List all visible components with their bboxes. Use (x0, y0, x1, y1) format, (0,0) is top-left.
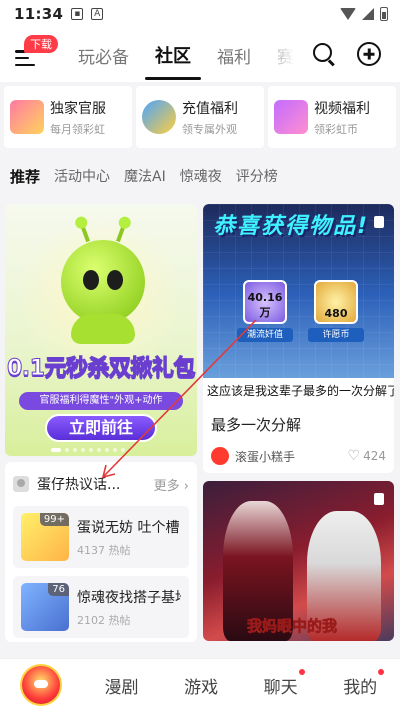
heart-icon: ♡ (347, 448, 361, 464)
topic-badge: 99+ (39, 513, 69, 526)
gift-box-icon (10, 100, 44, 134)
like-count: 424 (363, 449, 386, 463)
benefit-title: 独家官服 (50, 100, 106, 117)
video-gift-icon (274, 100, 308, 134)
post-card[interactable]: 我妈眼中的我 (203, 481, 394, 641)
post-title: 最多一次分解 (211, 416, 302, 434)
benefit-card-official[interactable]: 独家官服 每月领彩虹 (4, 86, 132, 148)
promo-subline: 官服福利得魔性"外观+动作 (19, 392, 183, 410)
notification-dot (298, 668, 305, 675)
image-notification-icon: ▪ (71, 8, 84, 20)
topic-count: 4137 热帖 (77, 543, 131, 557)
topic-thumbnail: 99+ (21, 513, 69, 561)
tab-essentials[interactable]: 玩必备 (78, 29, 129, 82)
author-name[interactable]: 滚蛋小糕手 (235, 448, 295, 465)
item-tile: 480 (314, 280, 358, 324)
tab-welfare[interactable]: 福利 (217, 29, 251, 82)
download-badge[interactable]: 下载 (24, 35, 58, 53)
item-value: 40.16万 (247, 291, 283, 319)
benefit-title: 充值福利 (182, 100, 238, 117)
menu-button[interactable]: 下载 (0, 28, 58, 82)
hot-topics-header[interactable]: 蛋仔热议话... 更多 › (13, 470, 189, 498)
battery-icon (380, 7, 388, 21)
cat-tab-rating[interactable]: 评分榜 (236, 166, 278, 186)
cat-tab-horror-night[interactable]: 惊魂夜 (180, 166, 222, 186)
feed-right-column: 恭喜获得物品! 40.16万 480 潮流奸值 许愿币 这应该是我这辈子最多的一… (203, 204, 394, 641)
topic-badge: 76 (48, 583, 69, 596)
item-value: 480 (324, 307, 348, 320)
mascot-body (71, 314, 135, 344)
bottom-nav: 漫剧 游戏 聊天 我的 (0, 658, 400, 711)
signal-icon (362, 8, 374, 20)
topic-name: 蛋说无妨 吐个槽... (77, 519, 181, 536)
bottom-nav-games[interactable]: 游戏 (161, 673, 241, 698)
benefit-card-recharge[interactable]: 充值福利 领专属外观 (136, 86, 264, 148)
status-time: 11:34 (14, 5, 64, 23)
topic-thumbnail: 76 (21, 583, 69, 631)
author-avatar[interactable] (211, 447, 229, 465)
top-nav: 下载 玩必备 社区 福利 赛 (0, 28, 400, 82)
like-button[interactable]: ♡ 424 (348, 448, 386, 464)
cat-tab-activity[interactable]: 活动中心 (54, 166, 110, 186)
more-link[interactable]: 更多 › (154, 475, 189, 494)
tabs-fade (262, 28, 308, 82)
list-item[interactable]: 99+ 蛋说无妨 吐个槽... 4137 热帖 (13, 506, 189, 568)
item-caption: 潮流奸值 (237, 328, 293, 342)
topic-name: 惊魂夜找搭子基地 (77, 589, 181, 606)
hot-topics-card: 蛋仔热议话... 更多 › 99+ 蛋说无妨 吐个槽... 4137 热帖 76… (5, 462, 197, 642)
bottom-nav-chat[interactable]: 聊天 (241, 668, 321, 698)
gallery-icon (374, 216, 384, 228)
category-tabs: 推荐 活动中心 魔法AI 惊魂夜 评分榜 (0, 158, 400, 194)
post-card[interactable]: 恭喜获得物品! 40.16万 480 潮流奸值 许愿币 这应该是我这辈子最多的一… (203, 204, 394, 473)
benefit-cards: 独家官服 每月领彩虹 充值福利 领专属外观 视频福利 领彩虹币 (0, 82, 400, 152)
status-bar: 11:34 ▪ A (0, 0, 400, 28)
post-banner-text: 恭喜获得物品! (213, 214, 370, 239)
post-image: 恭喜获得物品! 40.16万 480 潮流奸值 许愿币 这应该是我这辈子最多的一… (203, 204, 394, 404)
gallery-icon (374, 493, 384, 505)
carousel-dots (51, 448, 125, 452)
mascot-image (61, 223, 145, 324)
item-tile: 40.16万 (243, 280, 287, 324)
cat-tab-recommend[interactable]: 推荐 (10, 166, 40, 187)
feed-left-column: 0.1元秒杀双揪礼包 官服福利得魔性"外观+动作 立即前往 蛋仔热议话... 更… (5, 204, 197, 642)
benefit-card-video[interactable]: 视频福利 领彩虹币 (268, 86, 396, 148)
post-image-caption: 我妈眼中的我 (247, 617, 338, 636)
benefit-subtitle: 每月领彩虹 (50, 122, 105, 136)
topic-icon (13, 476, 29, 492)
topic-count: 2102 热帖 (77, 613, 131, 627)
tab-community[interactable]: 社区 (145, 28, 201, 82)
promo-go-button[interactable]: 立即前往 (45, 414, 157, 442)
wifi-icon (340, 8, 356, 20)
list-item[interactable]: 76 惊魂夜找搭子基地 2102 热帖 (13, 576, 189, 638)
notification-dot (378, 668, 385, 675)
home-mascot-button[interactable] (20, 664, 62, 706)
bottom-nav-me[interactable]: 我的 (320, 668, 400, 698)
image-caption: 这应该是我这辈子最多的一次分解了 (203, 378, 394, 404)
character-icon (142, 100, 176, 134)
promo-banner[interactable]: 0.1元秒杀双揪礼包 官服福利得魔性"外观+动作 立即前往 (5, 204, 197, 456)
benefit-subtitle: 领彩虹币 (314, 122, 358, 136)
a-notification-icon: A (91, 8, 104, 20)
benefit-subtitle: 领专属外观 (182, 122, 237, 136)
promo-headline: 0.1元秒杀双揪礼包 (7, 356, 196, 382)
add-post-icon[interactable] (357, 42, 381, 66)
bottom-nav-comics[interactable]: 漫剧 (82, 673, 162, 698)
cat-tab-magic-ai[interactable]: 魔法AI (124, 166, 166, 186)
benefit-title: 视频福利 (314, 100, 370, 117)
item-caption: 许愿币 (308, 328, 364, 342)
status-icons (340, 7, 388, 21)
hot-topics-title: 蛋仔热议话... (37, 477, 121, 493)
search-icon[interactable] (313, 43, 337, 67)
